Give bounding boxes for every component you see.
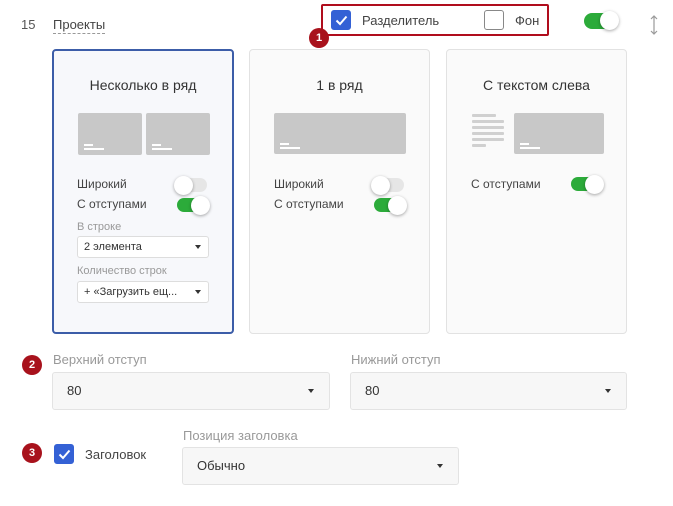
- chevron-down-icon: [195, 290, 201, 294]
- annotation-badge-2: 2: [22, 355, 42, 375]
- top-spacing-value: 80: [67, 383, 82, 398]
- section-name-link[interactable]: Проекты: [53, 17, 106, 34]
- chevron-down-icon: [308, 389, 314, 393]
- layout-card-text-left[interactable]: С текстом слева С отступами: [446, 49, 627, 334]
- rows-count-select[interactable]: + «Загрузить ещ...: [77, 281, 209, 303]
- wide-label: Широкий: [274, 177, 324, 191]
- chevron-down-icon: [195, 245, 201, 249]
- bottom-spacing-label: Нижний отступ: [351, 352, 441, 367]
- per-row-select[interactable]: 2 элемента: [77, 236, 209, 258]
- rows-count-label: Количество строк: [77, 265, 167, 277]
- layout-card-title: Несколько в ряд: [89, 77, 197, 93]
- layout-preview-thumb: [146, 113, 210, 155]
- padding-label: С отступами: [471, 177, 541, 191]
- check-icon: [335, 15, 348, 26]
- wide-toggle[interactable]: [371, 176, 404, 195]
- background-checkbox[interactable]: [484, 10, 504, 30]
- per-row-value: 2 элемента: [84, 241, 142, 253]
- top-spacing-label: Верхний отступ: [53, 352, 147, 367]
- annotation-badge-3: 3: [22, 443, 42, 463]
- rows-count-value: + «Загрузить ещ...: [84, 286, 178, 298]
- heading-label: Заголовок: [85, 447, 147, 462]
- layout-preview-thumb: [514, 113, 604, 154]
- check-icon: [58, 449, 71, 460]
- top-spacing-select[interactable]: 80: [52, 372, 330, 410]
- layout-card-multi[interactable]: Несколько в ряд Широкий С отступами В ст…: [52, 49, 234, 334]
- divider-label: Разделитель: [362, 13, 440, 28]
- chevron-down-icon: [605, 389, 611, 393]
- chevron-down-icon: [437, 464, 443, 468]
- padding-toggle[interactable]: [177, 196, 210, 215]
- heading-position-select[interactable]: Обычно: [182, 447, 459, 485]
- heading-checkbox[interactable]: [54, 444, 74, 464]
- block-enabled-toggle[interactable]: [584, 11, 619, 30]
- per-row-label: В строке: [77, 221, 122, 233]
- heading-position-label: Позиция заголовка: [183, 428, 298, 443]
- layout-preview-thumb: [274, 113, 406, 154]
- heading-position-value: Обычно: [197, 458, 246, 473]
- padding-label: С отступами: [274, 197, 344, 211]
- section-index: 15: [21, 17, 36, 32]
- wide-toggle[interactable]: [174, 176, 207, 195]
- text-lines-preview: [472, 114, 504, 150]
- layout-card-title: С текстом слева: [483, 77, 590, 93]
- layout-card-title: 1 в ряд: [316, 77, 363, 93]
- background-label: Фон: [515, 13, 540, 28]
- bottom-spacing-select[interactable]: 80: [350, 372, 627, 410]
- padding-toggle[interactable]: [374, 196, 407, 215]
- padding-label: С отступами: [77, 197, 147, 211]
- layout-preview-thumb: [78, 113, 142, 155]
- padding-toggle[interactable]: [571, 175, 604, 194]
- annotation-badge-1: 1: [309, 28, 329, 48]
- layout-card-single[interactable]: 1 в ряд Широкий С отступами: [249, 49, 430, 334]
- bottom-spacing-value: 80: [365, 383, 380, 398]
- divider-checkbox[interactable]: [331, 10, 351, 30]
- wide-label: Широкий: [77, 177, 127, 191]
- move-handle-icon[interactable]: [648, 15, 660, 35]
